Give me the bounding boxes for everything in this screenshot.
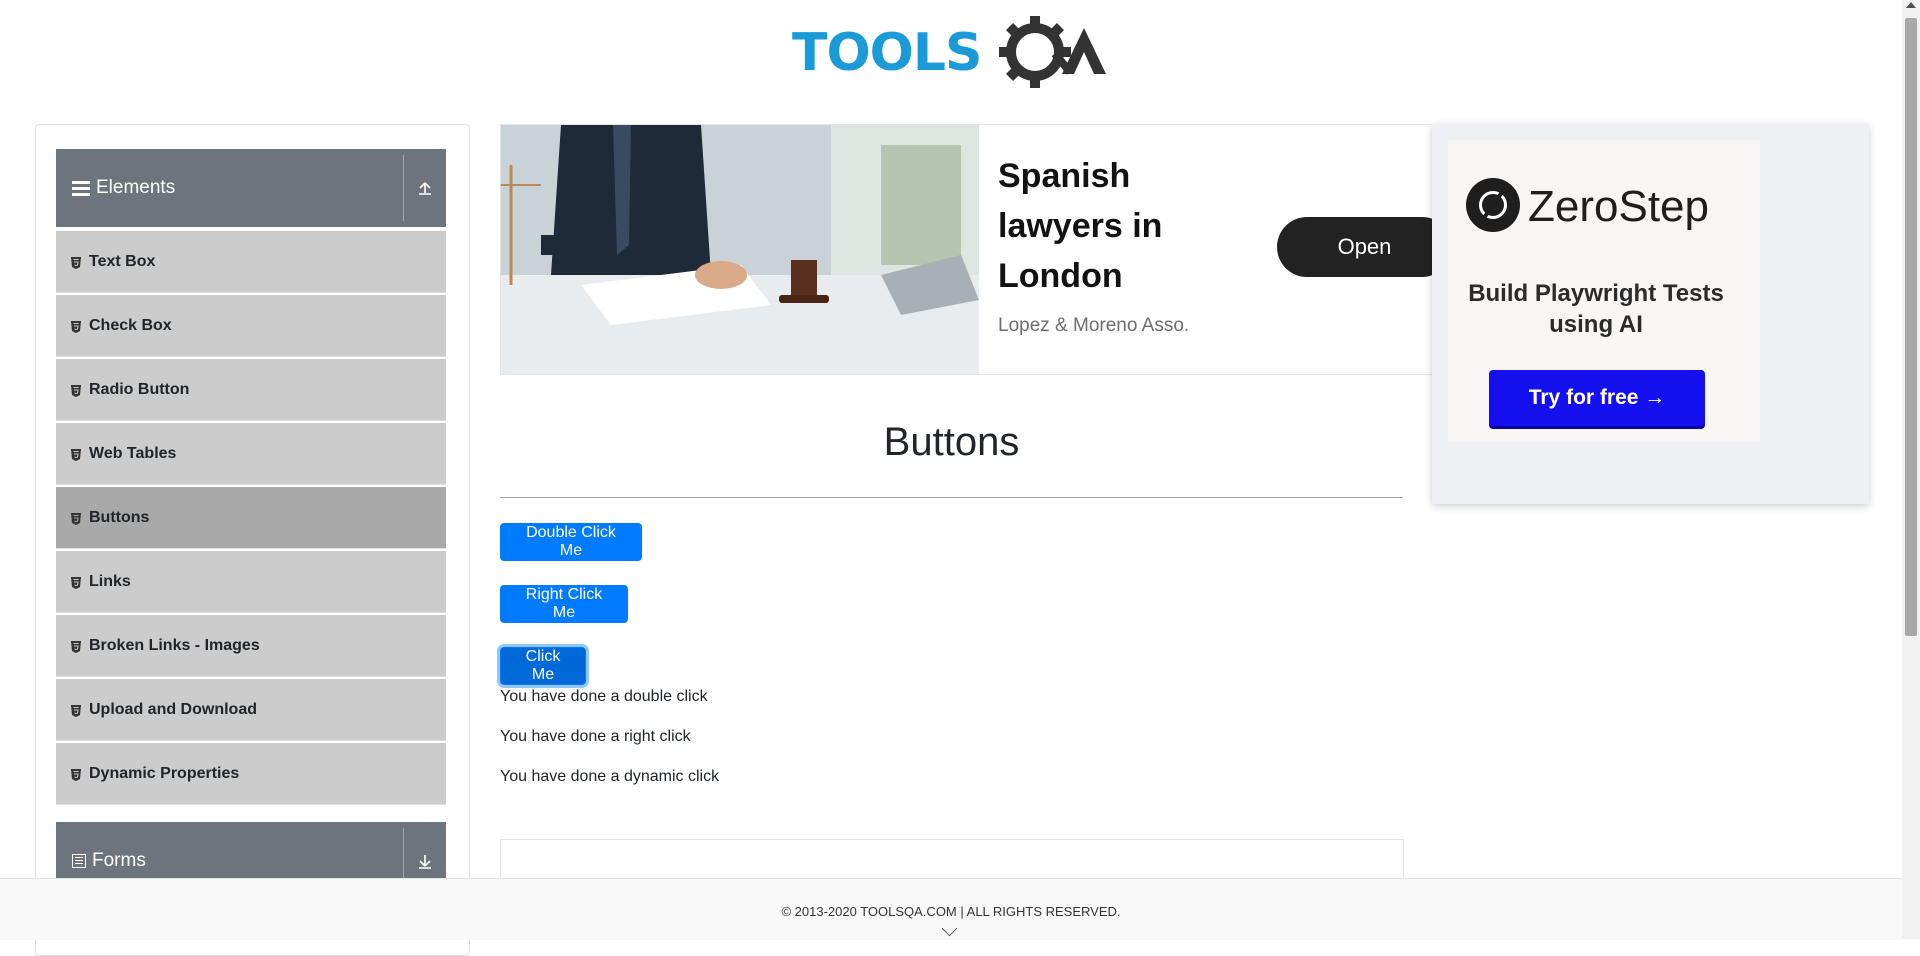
side-ad-card: ZeroStep Build Playwright Tests using AI… [1448, 140, 1760, 442]
page-title: Buttons [883, 420, 1020, 464]
sidebar-item-web-tables[interactable]: Web Tables [56, 423, 446, 485]
sidebar-item-dynamic-properties[interactable]: Dynamic Properties [56, 743, 446, 805]
chevron-down-icon[interactable] [941, 920, 958, 937]
html5-icon [71, 640, 81, 653]
toolsqa-logo[interactable]: TOOLS [792, 14, 1114, 92]
right-click-message: You have done a right click [500, 728, 691, 745]
ad-headline[interactable]: Spanish lawyers in London [998, 151, 1238, 301]
sidebar-item-label: Broken Links - Images [89, 636, 260, 654]
html5-icon [71, 512, 81, 525]
try-for-free-button[interactable]: Try for free → [1489, 370, 1705, 426]
ad-open-button[interactable]: Open [1277, 217, 1433, 277]
elements-menu: Text Box Check Box Radio Button Web Tabl… [56, 231, 446, 807]
header-divider [403, 155, 404, 221]
scrollbar-thumb[interactable] [1905, 18, 1917, 636]
html5-icon [71, 320, 81, 333]
sidebar-item-label: Web Tables [89, 444, 177, 462]
sidebar-item-label: Text Box [89, 252, 156, 270]
scroll-up-arrow-icon[interactable] [1906, 2, 1916, 8]
html5-icon [71, 448, 81, 461]
zerostep-tagline: Build Playwright Tests using AI [1468, 280, 1724, 338]
html5-icon [71, 704, 81, 717]
ad-banner[interactable]: Spanish lawyers in London Lopez & Moreno… [500, 124, 1434, 375]
dynamic-click-message: You have done a dynamic click [500, 768, 720, 785]
svg-text:TOOLS: TOOLS [792, 23, 981, 83]
ad-lawyer-photo [501, 125, 979, 374]
side-ad[interactable]: ZeroStep Build Playwright Tests using AI… [1432, 124, 1869, 504]
html5-icon [71, 576, 81, 589]
sidebar-item-links[interactable]: Links [56, 551, 446, 613]
sidebar-item-broken-links[interactable]: Broken Links - Images [56, 615, 446, 677]
right-click-button[interactable]: Right Click Me [500, 585, 628, 623]
upload-arrow-icon[interactable] [414, 149, 436, 227]
sidebar-item-check-box[interactable]: Check Box [56, 295, 446, 357]
sidebar-item-text-box[interactable]: Text Box [56, 231, 446, 293]
zerostep-brand: ZeroStep [1528, 182, 1709, 231]
sidebar-item-label: Buttons [89, 508, 150, 526]
group-header-elements[interactable]: Elements [56, 149, 446, 227]
sidebar-item-label: Dynamic Properties [89, 764, 240, 782]
zerostep-logo-icon [1466, 178, 1520, 232]
ad-advertiser: Lopez & Moreno Asso. [998, 315, 1190, 336]
html5-icon [71, 256, 81, 269]
footer-copyright: © 2013-2020 TOOLSQA.COM | ALL RIGHTS RES… [781, 904, 1121, 919]
form-icon [72, 854, 86, 868]
hamburger-icon [72, 180, 90, 196]
site-header: TOOLS [0, 0, 1902, 110]
double-click-message: You have done a double click [500, 688, 708, 705]
page-scrollbar[interactable] [1902, 0, 1920, 939]
click-me-button[interactable]: Click Me [500, 647, 586, 685]
html5-icon [71, 384, 81, 397]
sidebar-item-label: Radio Button [89, 380, 190, 398]
group-title-forms: Forms [92, 850, 146, 871]
sidebar-item-label: Check Box [89, 316, 172, 334]
site-footer: © 2013-2020 TOOLSQA.COM | ALL RIGHTS RES… [0, 878, 1902, 940]
double-click-button[interactable]: Double Click Me [500, 523, 642, 561]
html5-icon [71, 768, 81, 781]
group-title-elements: Elements [96, 177, 176, 198]
sidebar-item-label: Links [89, 572, 131, 590]
sidebar-item-buttons[interactable]: Buttons [56, 487, 446, 549]
title-divider [500, 497, 1403, 498]
sidebar-item-label: Upload and Download [89, 700, 257, 718]
sidebar-item-radio-button[interactable]: Radio Button [56, 359, 446, 421]
left-panel: Elements Text Box Check Box Radio Button… [35, 124, 470, 956]
sidebar-item-upload-download[interactable]: Upload and Download [56, 679, 446, 741]
